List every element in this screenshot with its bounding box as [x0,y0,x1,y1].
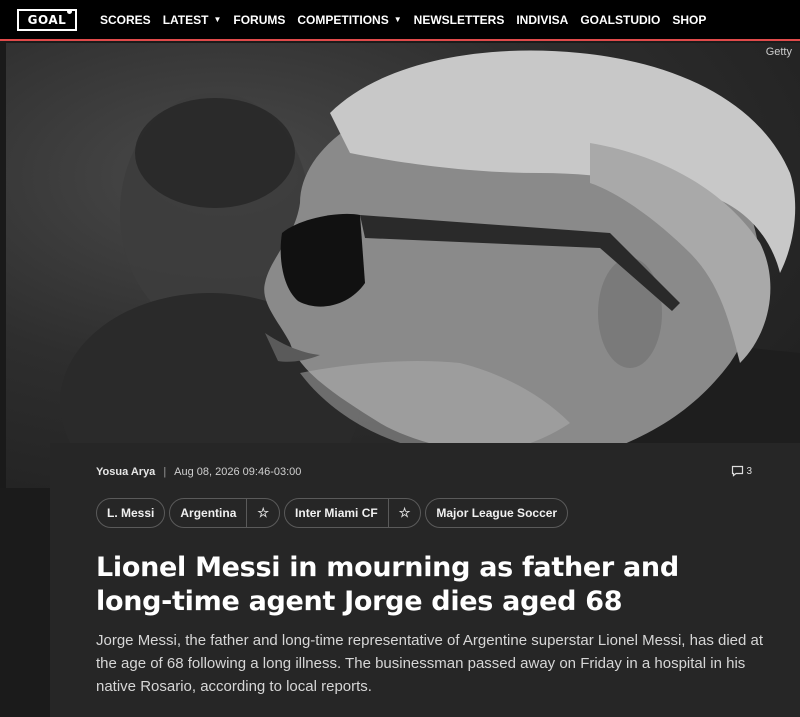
nav-item-goalstudio[interactable]: GOALSTUDIO [580,13,660,27]
meta-separator: | [163,466,167,478]
logo-dot-icon [67,8,72,14]
nav-item-competitions[interactable]: COMPETITIONS ▼ [297,13,401,27]
hero-image: Getty [0,43,800,488]
star-icon[interactable]: ☆ [387,499,421,527]
nav-item-label: SHOP [672,12,707,27]
tag-label: Inter Miami CF [295,506,378,520]
chevron-down-icon: ▼ [393,15,402,24]
photo-credit: Getty [765,46,792,58]
nav-item-forums[interactable]: FORUMS [233,13,285,27]
tag-l-messi[interactable]: L. Messi [96,498,166,528]
article-card: Yosua Arya | Aug 08, 2026 09:46-03:00 3 … [50,443,800,717]
article-headline: Lionel Messi in mourning as father and l… [96,552,679,617]
nav-item-label: LATEST [162,12,209,27]
author-name[interactable]: Yosua Arya [96,466,155,478]
main-menu: SCORES LATEST ▼ FORUMS COMPETITIONS ▼ NEWS… [100,0,718,39]
nav-item-label: COMPETITIONS [297,12,389,27]
chevron-down-icon: ▼ [213,15,222,24]
top-navigation-bar: GOAL SCORES LATEST ▼ FORUMS COMPETITIONS ▼… [0,0,800,41]
nav-item-latest[interactable]: LATEST ▼ [163,13,222,27]
tag-major-league-soccer[interactable]: Major League Soccer [425,498,569,528]
article-meta: Yosua Arya | Aug 08, 2026 09:46-03:00 [96,466,301,478]
nav-item-shop[interactable]: SHOP [672,13,706,27]
hero-photo-illustration [0,43,800,488]
tag-inter-miami-cf[interactable]: Inter Miami CF ☆ [284,498,422,528]
tag-label: Major League Soccer [436,506,558,520]
nav-item-label: SCORES [100,12,151,27]
tag-list: L. Messi Argentina ☆ Inter Miami CF ☆ Ma… [96,498,572,528]
goal-logo[interactable]: GOAL [17,8,77,31]
nav-item-label: NEWSLETTERS [413,12,505,27]
article-lede: Jorge Messi, the father and long-time re… [96,632,764,695]
nav-item-label: INDIVISA [516,12,569,27]
nav-item-newsletters[interactable]: NEWSLETTERS [414,13,505,27]
goal-logo-text: GOAL [27,12,67,27]
star-icon[interactable]: ☆ [246,499,279,527]
nav-item-label: GOALSTUDIO [580,12,661,27]
comment-count: 3 [746,465,752,477]
tag-label: Argentina [180,506,237,520]
tag-label: L. Messi [107,506,155,520]
nav-item-scores[interactable]: SCORES [100,13,151,27]
comment-icon [732,465,744,477]
nav-item-label: FORUMS [233,12,286,27]
nav-item-indivisa[interactable]: INDIVISA [516,13,568,27]
comments-link[interactable]: 3 [731,465,752,477]
tag-argentina[interactable]: Argentina ☆ [169,498,281,528]
publish-date: Aug 08, 2026 09:46-03:00 [174,466,302,478]
